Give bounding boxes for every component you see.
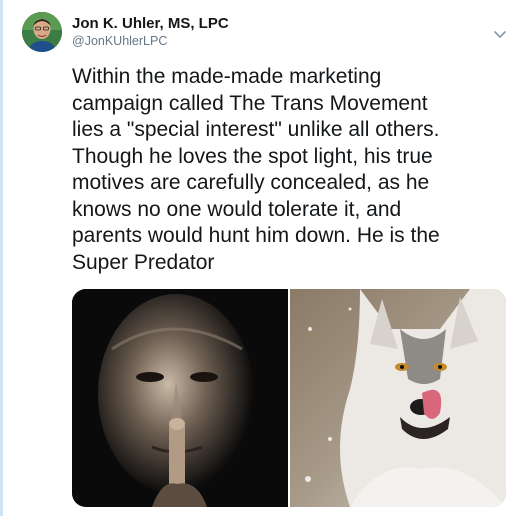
tweet-card: Jon K. Uhler, MS, LPC @JonKUhlerLPC With… [0, 0, 528, 516]
man-finger-to-lips-photo-icon [72, 289, 288, 507]
tweet-text: Within the made-made marketing campaign … [72, 65, 440, 274]
chevron-down-icon[interactable] [492, 26, 508, 42]
author-display-name[interactable]: Jon K. Uhler, MS, LPC [72, 14, 229, 33]
thread-line [0, 0, 3, 516]
avatar[interactable] [22, 12, 62, 52]
media-image-1[interactable] [72, 289, 288, 507]
profile-photo-icon [22, 12, 62, 52]
wolf-licking-lips-photo-icon [290, 289, 506, 507]
media-image-2[interactable] [290, 289, 506, 507]
tweet-header: Jon K. Uhler, MS, LPC @JonKUhlerLPC [72, 14, 229, 49]
media-grid [72, 289, 506, 507]
author-handle[interactable]: @JonKUhlerLPC [72, 33, 229, 49]
